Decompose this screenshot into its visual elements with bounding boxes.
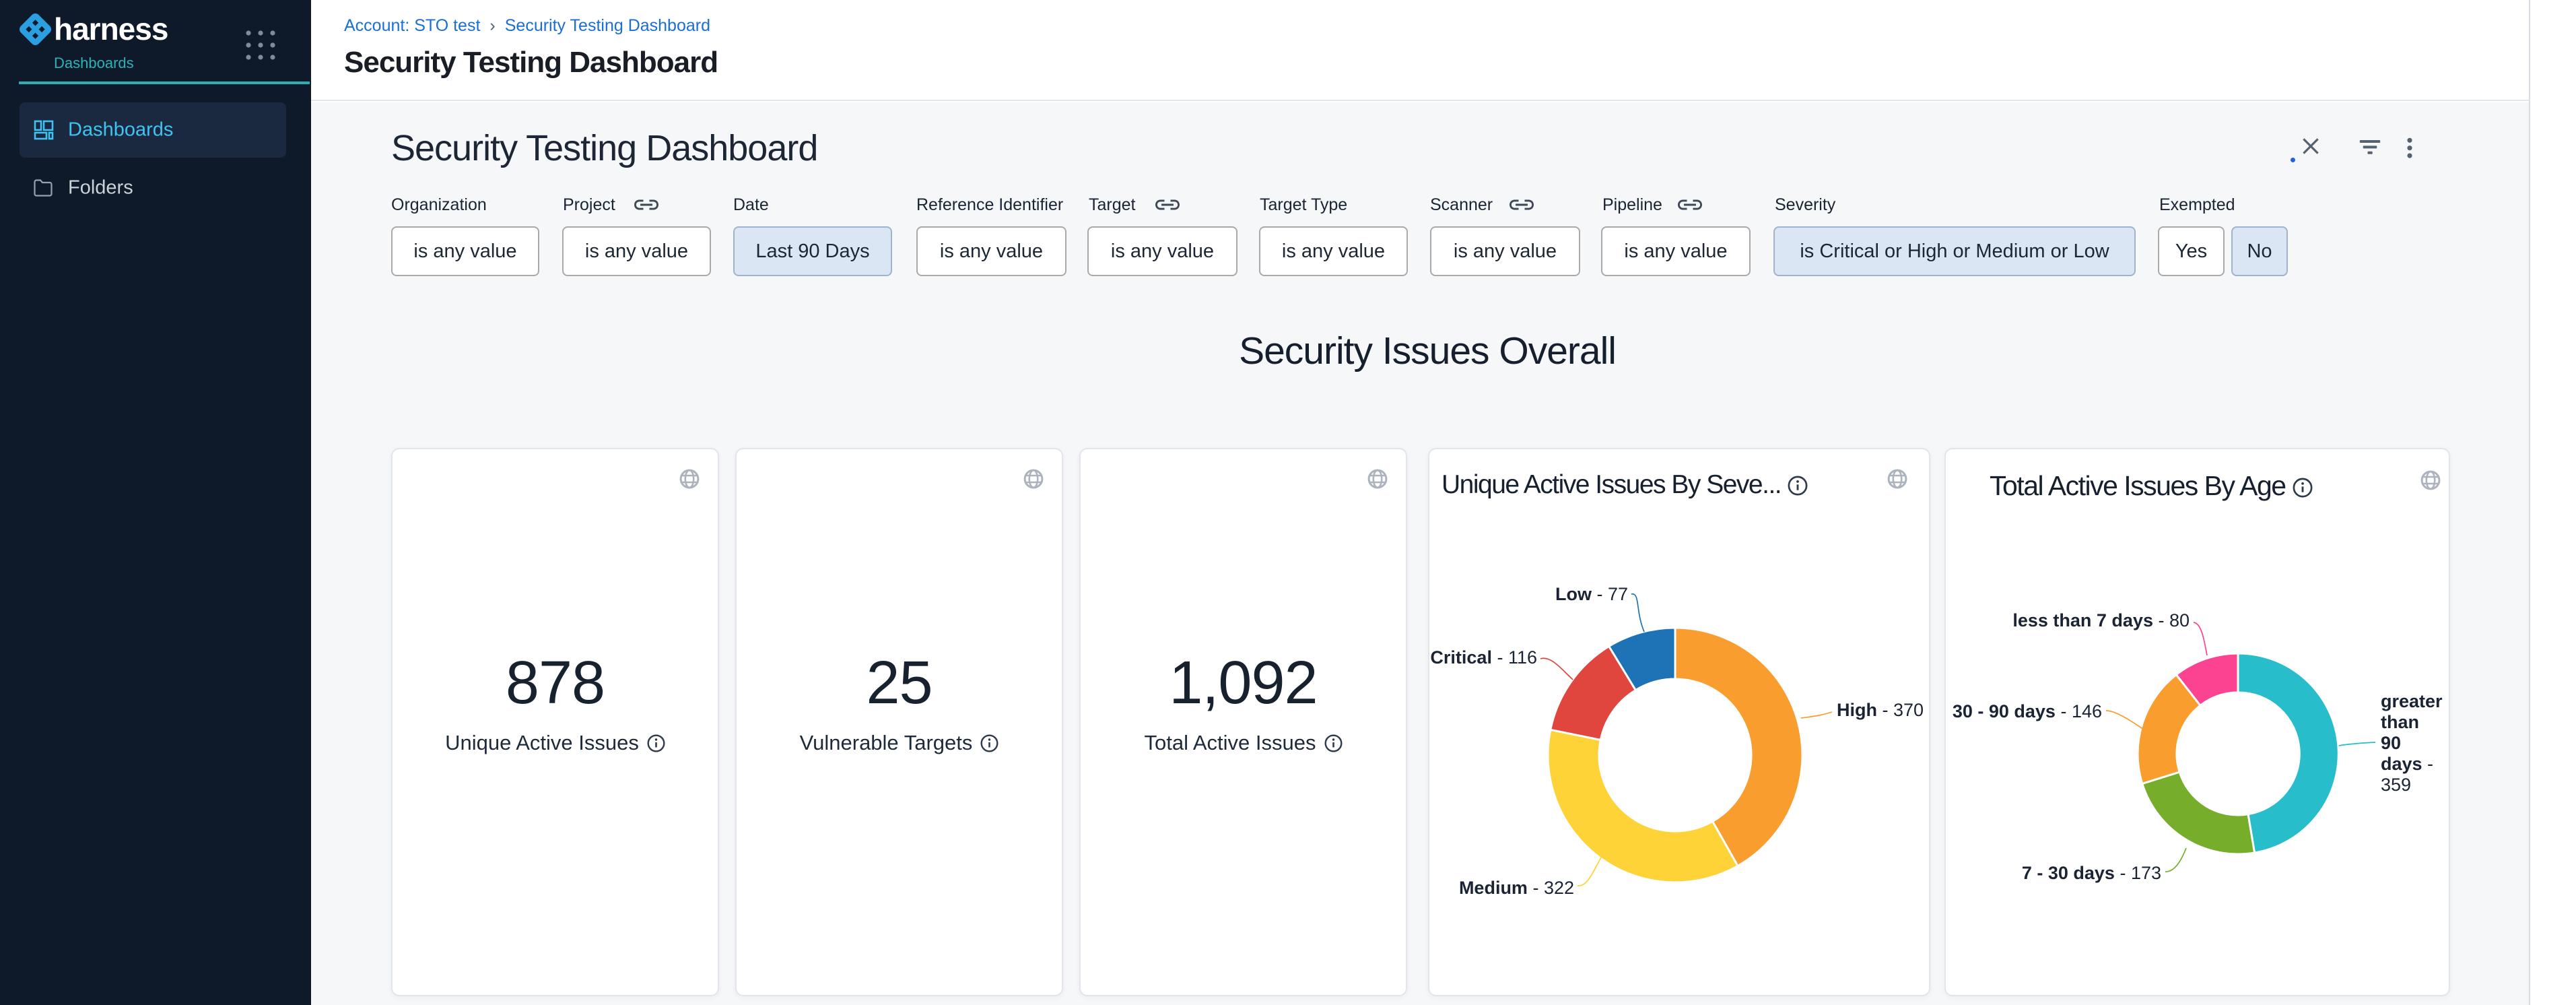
svg-text:Critical - 116: Critical - 116 <box>1430 647 1537 668</box>
svg-text:than: than <box>2381 712 2419 732</box>
svg-text:High - 370: High - 370 <box>1837 700 1924 720</box>
svg-text:greater: greater <box>2381 691 2443 711</box>
svg-text:less than 7 days - 80: less than 7 days - 80 <box>2012 610 2190 630</box>
svg-text:days -: days - <box>2381 754 2433 774</box>
svg-text:7 - 30 days - 173: 7 - 30 days - 173 <box>2022 863 2161 883</box>
svg-text:Low - 77: Low - 77 <box>1555 584 1628 604</box>
svg-text:359: 359 <box>2381 775 2411 795</box>
svg-text:30 - 90 days - 146: 30 - 90 days - 146 <box>1953 701 2102 721</box>
svg-text:Medium - 322: Medium - 322 <box>1459 878 1574 898</box>
svg-text:90: 90 <box>2381 733 2401 753</box>
